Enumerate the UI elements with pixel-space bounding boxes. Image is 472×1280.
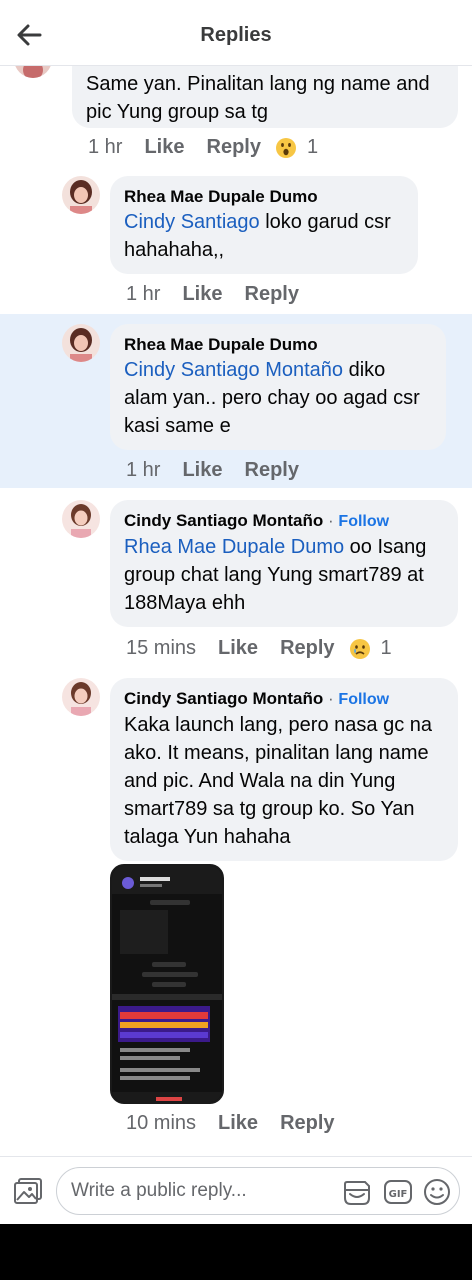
like-button[interactable]: Like xyxy=(144,136,184,159)
follow-button[interactable]: Follow xyxy=(338,513,389,530)
comment-bubble: Rhea Mae Dupale Dumo Cindy Santiago loko… xyxy=(110,176,418,274)
comment-bubble: Cindy Santiago Montaño · Follow Rhea Mae… xyxy=(110,500,458,627)
replies-thread: Same yan. Pinalitan lang ng name and pic… xyxy=(0,66,472,1156)
reaction-count: 1 xyxy=(380,637,392,659)
avatar[interactable] xyxy=(14,66,52,78)
top-bar: Replies xyxy=(0,0,472,66)
like-button[interactable]: Like xyxy=(182,283,222,306)
reaction-count: 1 xyxy=(306,136,319,158)
comment-bubble: Rhea Mae Dupale Dumo Cindy Santiago Mont… xyxy=(110,324,446,450)
separator-dot: · xyxy=(328,689,334,708)
like-button[interactable]: Like xyxy=(218,637,258,660)
comment-actions: 1 hr Like Reply xyxy=(126,283,321,306)
comment-actions: 15 mins Like Reply 1 xyxy=(126,637,392,660)
comment-bubble: Same yan. Pinalitan lang ng name and pic… xyxy=(72,66,458,128)
comment-actions: 1 hr Like Reply xyxy=(126,459,321,482)
reply-button[interactable]: Reply xyxy=(207,136,261,159)
comment-actions: 1 hr Like Reply 1 xyxy=(88,136,318,159)
comment-text: Same yan. Pinalitan lang ng name and pic… xyxy=(86,73,430,123)
reply-button[interactable]: Reply xyxy=(245,283,299,306)
reply-composer: GIF xyxy=(0,1156,472,1224)
sticker-icon[interactable] xyxy=(341,1176,373,1208)
reply-input[interactable] xyxy=(71,1168,331,1214)
screenshot-image xyxy=(112,866,222,1102)
reply-input-container: GIF xyxy=(56,1167,460,1215)
avatar[interactable] xyxy=(62,176,100,214)
comment-author[interactable]: Rhea Mae Dupale Dumo xyxy=(124,186,404,208)
comment-bubble: Cindy Santiago Montaño · Follow Kaka lau… xyxy=(110,678,458,861)
comment-author[interactable]: Cindy Santiago Montaño xyxy=(124,689,323,708)
separator-dot: · xyxy=(328,511,334,530)
comment-time: 1 hr xyxy=(126,283,161,305)
comment-time: 10 mins xyxy=(126,1112,197,1134)
comment-time: 15 mins xyxy=(126,637,197,659)
follow-button[interactable]: Follow xyxy=(338,691,389,708)
sad-reaction-icon[interactable] xyxy=(349,638,371,660)
image-gallery-icon[interactable] xyxy=(12,1175,44,1207)
comment-author[interactable]: Cindy Santiago Montaño xyxy=(124,511,323,530)
comment-author[interactable]: Rhea Mae Dupale Dumo xyxy=(124,334,432,356)
page-title: Replies xyxy=(200,24,272,46)
like-button[interactable]: Like xyxy=(182,459,222,482)
like-button[interactable]: Like xyxy=(218,1112,258,1135)
system-navigation-bar xyxy=(0,1224,472,1280)
comment-text: Cindy Santiago Montaño diko alam yan.. p… xyxy=(124,356,432,440)
reply-button[interactable]: Reply xyxy=(245,459,299,482)
comment-text: Cindy Santiago loko garud csr hahahaha,, xyxy=(124,208,404,264)
comment-text: Kaka launch lang, pero nasa gc na ako. I… xyxy=(124,714,432,848)
reply-button[interactable]: Reply xyxy=(280,1112,334,1135)
comment-actions: 10 mins Like Reply xyxy=(126,1112,357,1135)
svg-text:GIF: GIF xyxy=(389,1189,408,1200)
comment-time: 1 hr xyxy=(88,136,123,158)
avatar[interactable] xyxy=(62,324,100,362)
comment-time: 1 hr xyxy=(126,459,161,481)
mention-link[interactable]: Cindy Santiago xyxy=(124,211,260,233)
attached-screenshot[interactable] xyxy=(110,864,224,1104)
wow-reaction-icon[interactable] xyxy=(275,137,297,159)
avatar[interactable] xyxy=(62,500,100,538)
mention-link[interactable]: Cindy Santiago Montaño xyxy=(124,359,343,381)
avatar[interactable] xyxy=(62,678,100,716)
comment-text: Rhea Mae Dupale Dumo oo Isang group chat… xyxy=(124,533,444,617)
gif-icon[interactable]: GIF xyxy=(383,1177,413,1207)
emoji-icon[interactable] xyxy=(421,1176,453,1208)
reply-button[interactable]: Reply xyxy=(280,637,334,660)
mention-link[interactable]: Rhea Mae Dupale Dumo xyxy=(124,536,344,558)
